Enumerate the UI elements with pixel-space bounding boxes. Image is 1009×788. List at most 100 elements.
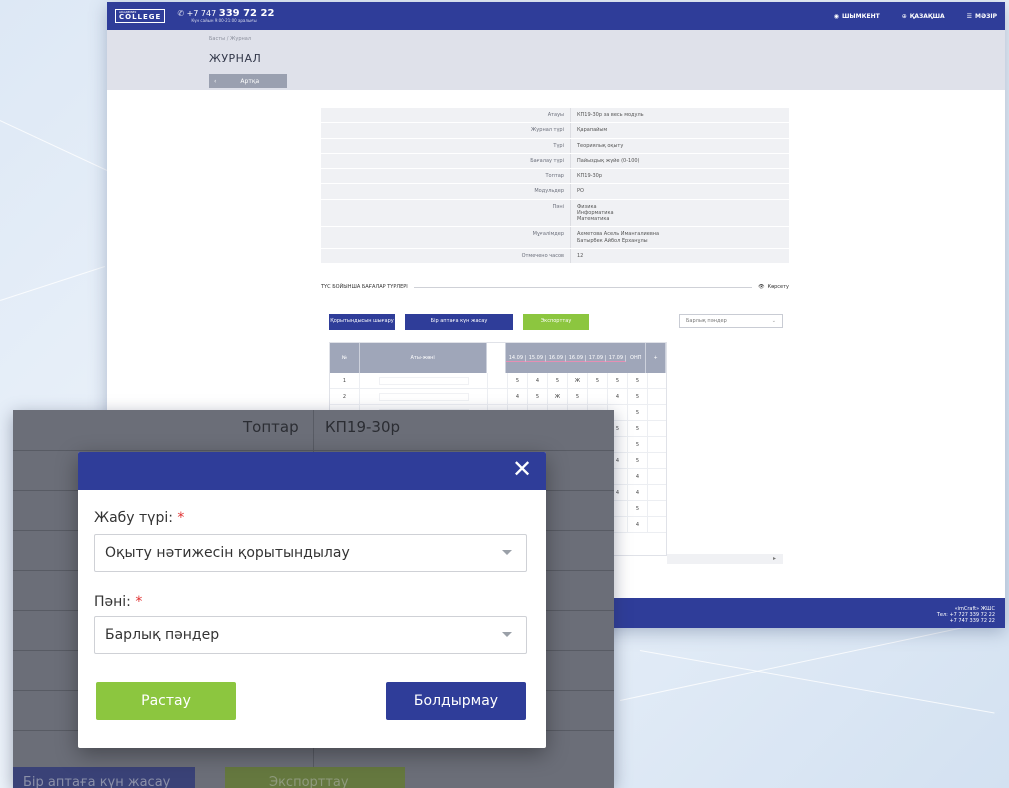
grade-cell[interactable] [588,389,608,404]
weekly-button[interactable]: Бір аптаға күн жасау [405,314,513,330]
row-number: 2 [330,389,360,404]
menu-button[interactable]: ☰ МӘЗІР [967,13,997,20]
modal-header: ✕ [78,452,546,490]
info-value: Қарапайым [577,127,608,134]
required-mark: * [177,510,185,526]
grade-cell[interactable]: 5 [528,389,548,404]
closing-type-label-text: Жабу түрі: [94,510,173,526]
grade-cell[interactable]: 5 [608,373,628,388]
back-button[interactable]: ‹ Артқа [209,74,287,88]
export-label: Экспорттау [540,318,572,325]
grade-colors-section: ТҮС БОЙЫНША БАҒАЛАР ТҮРЛЕРІ 👁 Көрсету [321,284,789,290]
student-name-placeholder [378,392,469,401]
back-label: Артқа [240,77,260,85]
page-subheader: Басты / Журнал ЖУРНАЛ ‹ Артқа [107,30,1005,90]
subject-filter-dropdown[interactable]: Барлық пәндер ⌄ [679,314,783,328]
grid-date-column[interactable]: 16.09 [546,354,567,362]
average-cell: 5 [628,389,648,404]
add-column-button[interactable]: + [646,343,666,373]
export-button[interactable]: Экспорттау [523,314,589,330]
grid-col-number: № [330,343,360,373]
grade-cell[interactable]: Ж [568,373,588,388]
spacer-cell [488,389,508,404]
phone-icon: ✆ [177,9,185,18]
close-result-button[interactable]: Қорытындысын шығару [329,314,395,330]
grid-date-column[interactable]: 15.09 [526,354,547,362]
close-icon[interactable]: ✕ [510,457,534,482]
info-row: Модульдер РО [321,184,789,200]
info-value: КП19-30р [577,173,603,179]
grid-date-column[interactable]: 14.09 [506,354,527,362]
info-key: Журнал түрі [321,123,571,138]
language-label: ҚАЗАҚША [909,12,945,20]
section-toggle[interactable]: Көрсету [768,284,789,290]
grid-header: № Аты-жөні 14.09 15.09 16.09 16.09 17.09 17.0… [330,343,666,373]
city-selector[interactable]: ◉ ШЫМКЕНТ [834,13,880,20]
row-number: 1 [330,373,360,388]
info-row: Атауы КП19-30р за весь модуль [321,108,789,124]
bg-export-label: Экспорттау [269,775,349,788]
average-cell: 4 [628,469,648,484]
average-cell: 5 [628,421,648,436]
background-line [620,620,992,701]
bg-weekly-button: Бір аптаға күн жасау [13,767,195,788]
closing-type-value: Оқыту нәтижесін қорытындылау [105,545,350,561]
grid-date-column[interactable]: 16.09 [566,354,587,362]
subject-select[interactable]: Барлық пәндер [94,616,527,654]
journal-info-table: Атауы КП19-30р за весь модуль Журнал түрі Қ… [321,108,789,264]
location-pin-icon: ◉ [833,12,839,20]
grade-cell[interactable]: 5 [548,373,568,388]
scroll-right-icon[interactable]: ▸ [773,555,776,562]
grid-date-column[interactable]: 17.09 [606,354,627,362]
info-row: Бағалау түрі Пайыздық жүйе (0-100) [321,153,789,169]
info-value: Физика Информатика Математика [577,203,614,223]
grade-cell[interactable]: 5 [568,389,588,404]
info-value: Пайыздық жүйе (0-100) [577,157,640,164]
grid-col-average: ОНП [626,343,647,373]
city-label: ШЫМКЕНТ [841,12,880,20]
grade-cell[interactable]: 5 [508,373,528,388]
closing-type-label: Жабу түрі: * [94,510,184,526]
site-header: АКАДЕМИЯ COLLEGE ✆ +7 747 339 72 22 Күн … [107,2,1005,30]
background-line [639,650,995,714]
info-row: Түрі Теориялық оқыту [321,138,789,154]
info-value: Ахметова Асель Имангалиевна Батырбек Айб… [577,231,660,244]
college-logo[interactable]: АКАДЕМИЯ COLLEGE [115,9,166,23]
menu-icon: ☰ [966,12,973,20]
grade-cell[interactable]: Ж [548,389,568,404]
average-cell: 5 [628,373,648,388]
closing-type-select[interactable]: Оқыту нәтижесін қорытындылау [94,534,527,572]
language-selector[interactable]: ⊕ ҚАЗАҚША [902,13,945,20]
info-key: Топтар [321,169,571,184]
grade-cell[interactable]: 4 [508,389,528,404]
grade-cell[interactable]: 4 [608,389,628,404]
page-title: ЖУРНАЛ [209,52,262,65]
confirm-button[interactable]: Растау [96,682,236,720]
cancel-label: Болдырмау [413,693,499,709]
phone-prefix: +7 747 [186,9,217,18]
grade-cell[interactable]: 5 [588,373,608,388]
info-value: Теориялық оқыту [577,142,624,149]
cancel-button[interactable]: Болдырмау [386,682,526,720]
table-row: 1545Ж555 [330,373,666,389]
spacer-cell [488,373,508,388]
subject-label: Пәні: * [94,594,142,610]
subject-value: Барлық пәндер [105,627,220,643]
breadcrumb-home[interactable]: Басты [209,36,225,42]
globe-icon: ⊕ [901,12,907,20]
grid-date-column[interactable]: 17.09 [586,354,607,362]
chevron-down-icon: ⌄ [771,318,776,324]
eye-icon: 👁 [758,284,765,290]
breadcrumb-current: Журнал [229,36,252,42]
info-key: Мұғалімдер [321,227,571,248]
info-value: РО [577,188,584,195]
grade-cell[interactable]: 4 [528,373,548,388]
horizontal-scrollbar[interactable] [667,554,783,564]
table-row: 245Ж545 [330,389,666,405]
info-row: Отмечено часов 12 [321,248,789,264]
info-key: Модульдер [321,184,571,199]
info-row: Топтар КП19-30р [321,169,789,185]
info-row: Мұғалімдер Ахметова Асель Имангалиевна Ба… [321,227,789,249]
phone-block[interactable]: ✆ +7 747 339 72 22 Күн сайын 9:00-21:00 … [177,9,274,23]
background-line [0,266,105,301]
